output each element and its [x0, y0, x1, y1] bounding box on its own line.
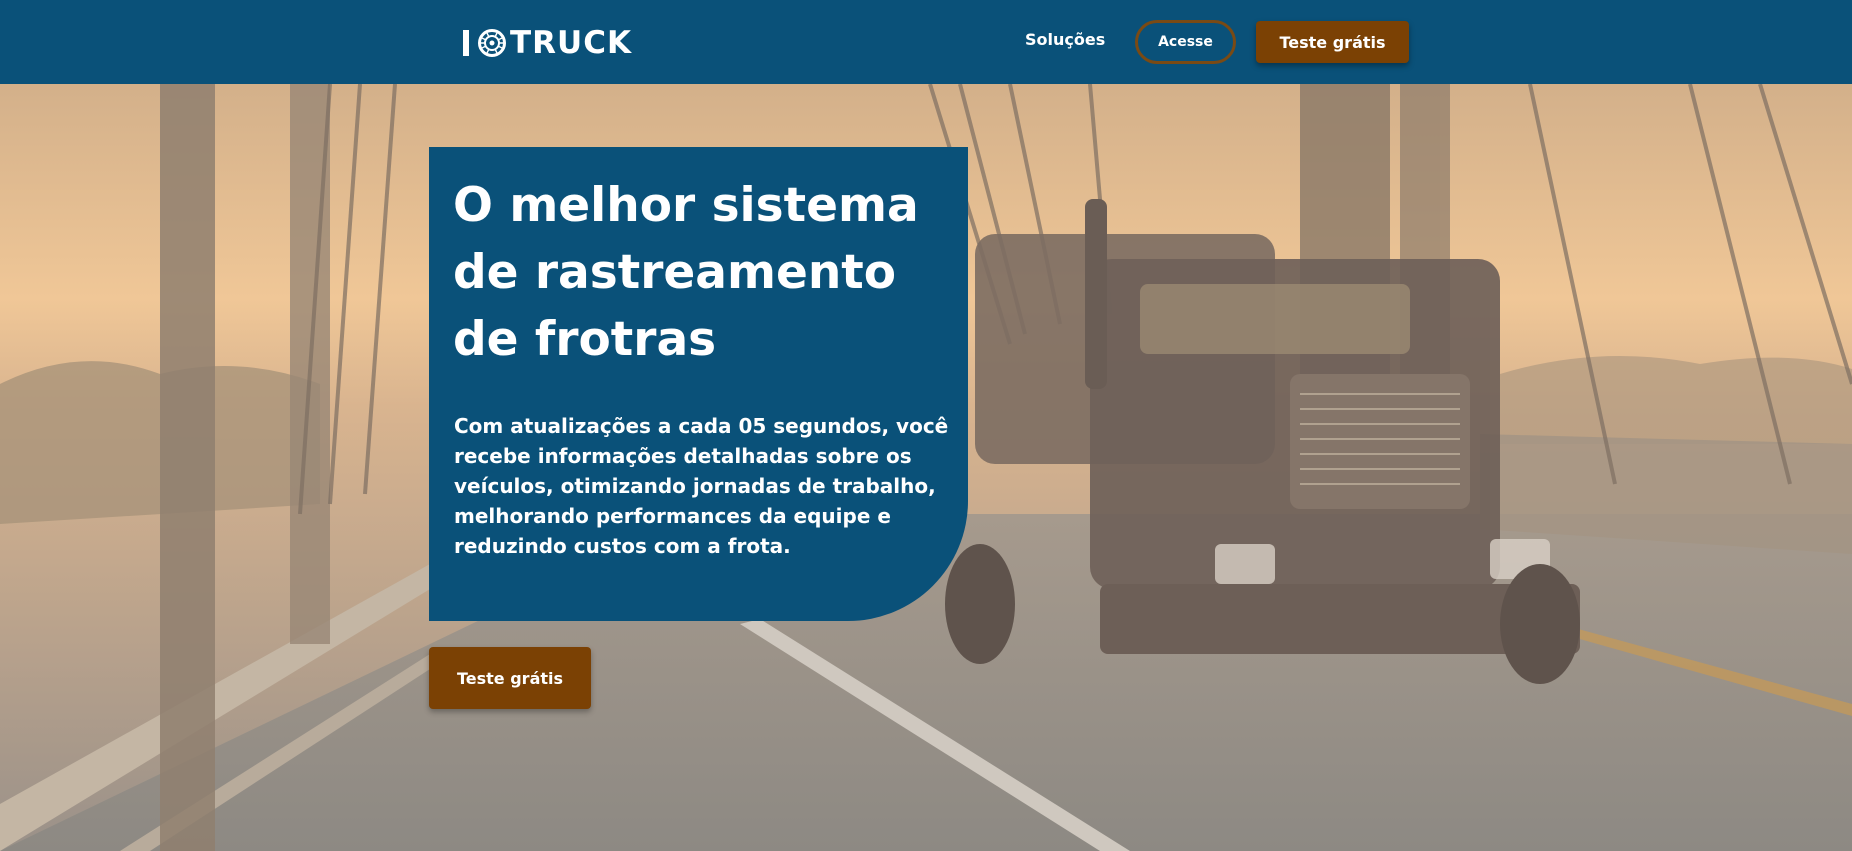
teste-gratis-hero-button[interactable]: Teste grátis — [429, 647, 591, 709]
hero-card: O melhor sistema de rastreamento de frot… — [429, 147, 968, 621]
logo-bar — [463, 30, 469, 56]
acesse-button[interactable]: Acesse — [1135, 20, 1236, 64]
nav-link-solucoes[interactable]: Soluções — [1025, 30, 1105, 49]
hero-description: Com atualizações a cada 05 segundos, voc… — [454, 414, 949, 558]
top-navbar: TRUCK Soluções Acesse Teste grátis — [0, 0, 1852, 84]
logo-text: TRUCK — [510, 25, 632, 61]
tire-icon — [478, 29, 506, 57]
hero-headline: O melhor sistema de rastreamento de frot… — [453, 178, 919, 367]
teste-gratis-header-button[interactable]: Teste grátis — [1256, 21, 1409, 63]
brand-logo[interactable]: TRUCK — [463, 25, 632, 61]
